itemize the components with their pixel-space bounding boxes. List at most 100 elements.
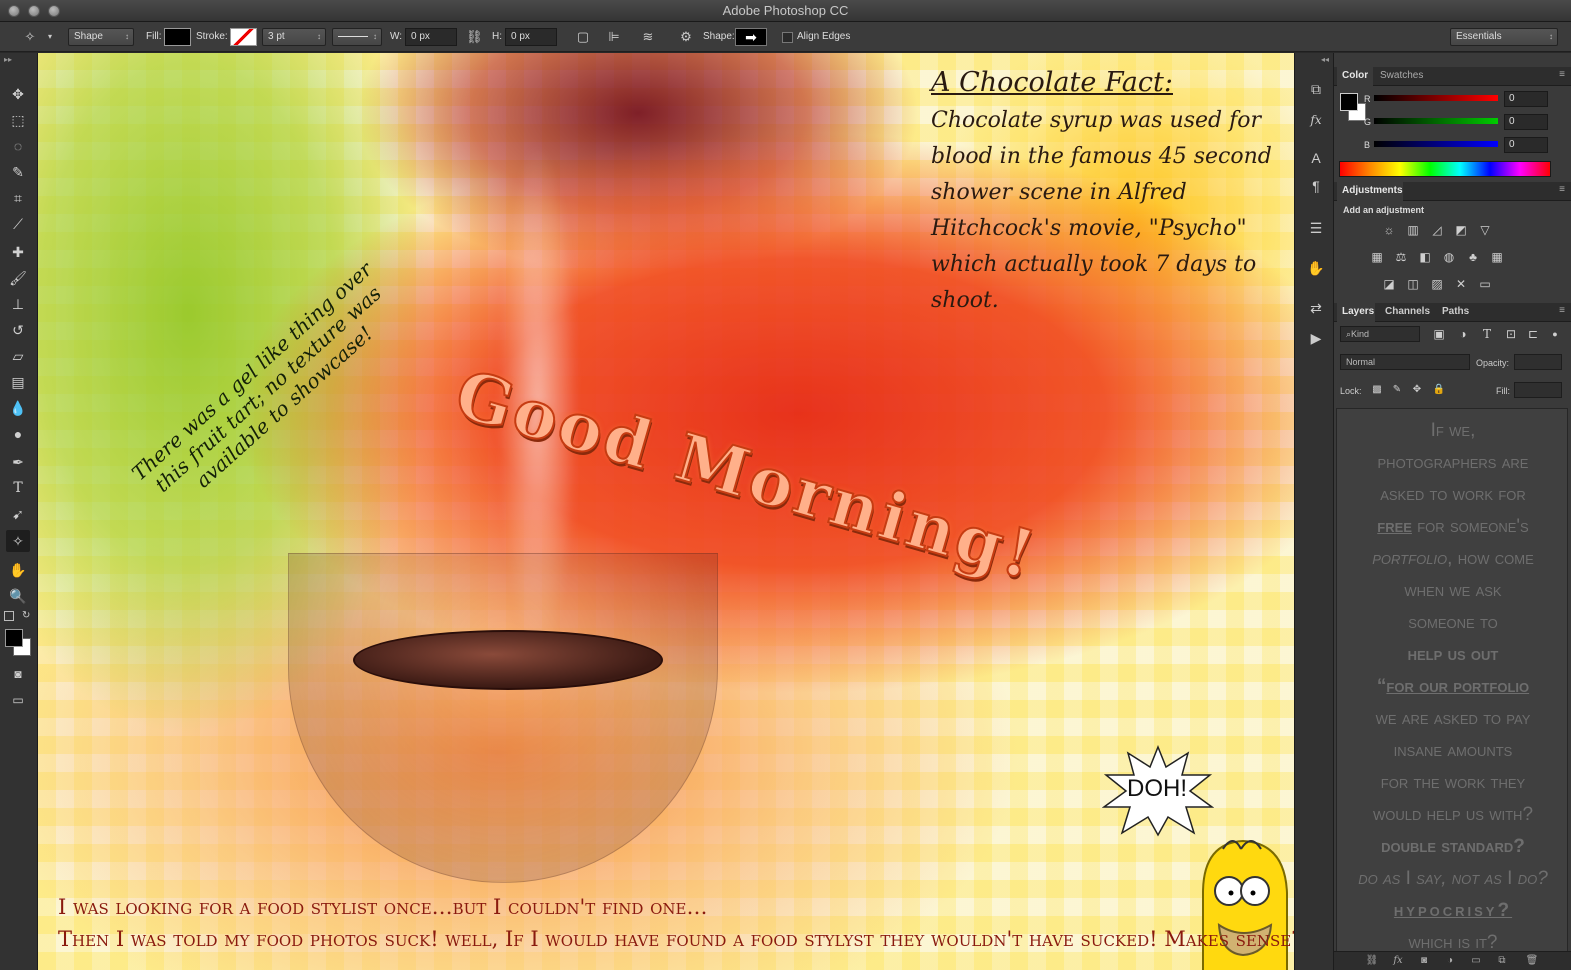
history-panel-icon[interactable]: ⧉ xyxy=(1305,78,1327,100)
quick-mask-icon[interactable]: ◙ xyxy=(6,663,30,685)
tab-color[interactable]: Color xyxy=(1342,70,1368,81)
blue-slider[interactable] xyxy=(1374,141,1498,147)
tab-paths[interactable]: Paths xyxy=(1442,306,1469,317)
default-colors-icon[interactable] xyxy=(4,611,14,621)
link-icon[interactable]: ⛓ xyxy=(466,28,483,46)
green-slider[interactable] xyxy=(1374,118,1498,124)
invert-icon[interactable]: ◪ xyxy=(1380,275,1398,293)
hand-tool-icon[interactable]: ✋ xyxy=(6,559,30,581)
exposure-adjustment-icon[interactable]: ◩ xyxy=(1452,221,1470,239)
swap-colors-icon[interactable]: ↻ xyxy=(22,610,30,621)
color-lookup-icon[interactable]: ▦ xyxy=(1488,248,1506,266)
levels-adjustment-icon[interactable]: ▥ xyxy=(1404,221,1422,239)
path-selection-tool-icon[interactable]: ➹ xyxy=(6,503,30,525)
marquee-tool-icon[interactable]: ⬚ xyxy=(6,109,30,131)
brush-presets-icon[interactable]: ✋ xyxy=(1305,257,1327,279)
fill-swatch[interactable] xyxy=(164,28,191,46)
new-layer-icon[interactable]: ⧉ xyxy=(1494,954,1510,968)
hue-saturation-icon[interactable]: ▦ xyxy=(1368,248,1386,266)
foreground-color-swatch[interactable] xyxy=(5,629,23,647)
lock-position-icon[interactable]: ✥ xyxy=(1408,381,1426,399)
layer-style-fx-icon[interactable]: fx xyxy=(1390,954,1406,968)
photo-filter-icon[interactable]: ◍ xyxy=(1440,248,1458,266)
properties-panel-icon[interactable]: ☰ xyxy=(1305,217,1327,239)
gradient-map-icon[interactable]: ▭ xyxy=(1476,275,1494,293)
color-panel-foreground-swatch[interactable] xyxy=(1340,93,1358,111)
play-action-icon[interactable]: ▶ xyxy=(1305,327,1327,349)
filter-type-icon[interactable]: T xyxy=(1478,325,1496,343)
move-tool-icon[interactable]: ✥ xyxy=(6,83,30,105)
threshold-icon[interactable]: ▨ xyxy=(1428,275,1446,293)
type-tool-icon[interactable]: T xyxy=(6,477,30,499)
blur-tool-icon[interactable]: 💧 xyxy=(6,397,30,419)
styles-panel-icon[interactable]: fx xyxy=(1305,109,1327,131)
new-adjustment-layer-icon[interactable]: ◑ xyxy=(1442,954,1458,968)
new-group-icon[interactable]: ▭ xyxy=(1468,954,1484,968)
tab-swatches[interactable]: Swatches xyxy=(1380,70,1423,81)
width-input[interactable]: 0 px xyxy=(405,28,457,46)
add-mask-icon[interactable]: ◙ xyxy=(1416,954,1432,968)
opacity-input[interactable] xyxy=(1514,354,1562,370)
crop-tool-icon[interactable]: ⌗ xyxy=(6,187,30,209)
dodge-tool-icon[interactable]: ● xyxy=(6,423,30,445)
arrow-shape-picker-icon[interactable]: ➡ xyxy=(735,28,767,46)
pen-tool-icon[interactable]: ✒ xyxy=(6,451,30,473)
character-panel-icon[interactable]: A xyxy=(1305,147,1327,169)
posterize-icon[interactable]: ◫ xyxy=(1404,275,1422,293)
toolbox-collapse-icon[interactable]: ▸▸ xyxy=(4,55,12,64)
lock-all-icon[interactable]: 🔒 xyxy=(1430,381,1448,399)
path-operations-icon[interactable]: ▢ xyxy=(575,28,591,46)
lock-transparent-icon[interactable]: ▩ xyxy=(1368,381,1386,399)
filter-shape-icon[interactable]: ⊡ xyxy=(1502,325,1520,343)
path-alignment-icon[interactable]: ⊫ xyxy=(606,28,622,46)
color-balance-icon[interactable]: ⚖ xyxy=(1392,248,1410,266)
path-arrangement-icon[interactable]: ≋ xyxy=(640,28,656,46)
quick-selection-tool-icon[interactable]: ✎ xyxy=(6,161,30,183)
height-input[interactable]: 0 px xyxy=(505,28,557,46)
delete-layer-icon[interactable]: 🗑 xyxy=(1524,954,1540,968)
tool-preset-dropdown-icon[interactable]: ▾ xyxy=(42,28,58,46)
lasso-tool-icon[interactable]: ◌ xyxy=(6,135,30,157)
gradient-tool-icon[interactable]: ▤ xyxy=(6,371,30,393)
vibrance-adjustment-icon[interactable]: ▽ xyxy=(1476,221,1494,239)
history-brush-tool-icon[interactable]: ↺ xyxy=(6,319,30,341)
brightness-adjustment-icon[interactable]: ☼ xyxy=(1380,221,1398,239)
brush-tool-icon[interactable]: 🖌 xyxy=(6,267,30,289)
workspace-select[interactable]: Essentials xyxy=(1450,28,1558,46)
link-layers-icon[interactable]: ⛓ xyxy=(1364,954,1380,968)
stroke-type-select[interactable] xyxy=(332,28,382,46)
layers-list[interactable]: If we, photographers are asked to work f… xyxy=(1336,408,1568,953)
tab-adjustments[interactable]: Adjustments xyxy=(1342,185,1403,196)
document-canvas[interactable]: A Chocolate Fact: Chocolate syrup was us… xyxy=(38,53,1294,970)
tab-channels[interactable]: Channels xyxy=(1385,306,1430,317)
align-edges-checkbox[interactable] xyxy=(782,32,793,43)
curves-adjustment-icon[interactable]: ◿ xyxy=(1428,221,1446,239)
lock-image-icon[interactable]: ✎ xyxy=(1388,381,1406,399)
blend-mode-select[interactable]: Normal xyxy=(1340,354,1470,370)
panel-collapse-icon[interactable]: ◂◂ xyxy=(1321,55,1329,64)
healing-brush-tool-icon[interactable]: ✚ xyxy=(6,241,30,263)
blue-value-input[interactable]: 0 xyxy=(1504,137,1548,153)
filter-pixel-icon[interactable]: ▣ xyxy=(1430,325,1448,343)
filter-smart-object-icon[interactable]: ⊏ xyxy=(1524,325,1542,343)
green-value-input[interactable]: 0 xyxy=(1504,114,1548,130)
layer-fill-input[interactable] xyxy=(1514,382,1562,398)
red-slider[interactable] xyxy=(1374,95,1498,101)
custom-shape-tool-icon[interactable]: ✧ xyxy=(22,28,38,46)
paragraph-panel-icon[interactable]: ¶ xyxy=(1305,175,1327,197)
actions-panel-icon[interactable]: ⇄ xyxy=(1305,297,1327,319)
tool-mode-select[interactable]: Shape xyxy=(68,28,134,46)
color-spectrum-bar[interactable] xyxy=(1339,161,1551,177)
color-panel-menu-icon[interactable]: ≡ xyxy=(1559,69,1565,80)
screen-mode-icon[interactable]: ▭ xyxy=(6,689,30,711)
clone-stamp-tool-icon[interactable]: ⊥ xyxy=(6,293,30,315)
custom-shape-tool-active-icon[interactable]: ✧ xyxy=(6,530,30,552)
layer-filter-kind-select[interactable]: ⌕Kind xyxy=(1340,326,1420,342)
filter-toggle-icon[interactable]: ● xyxy=(1546,325,1564,343)
black-white-icon[interactable]: ◧ xyxy=(1416,248,1434,266)
zoom-tool-icon[interactable]: 🔍 xyxy=(6,585,30,607)
filter-adjustment-icon[interactable]: ◑ xyxy=(1454,325,1472,343)
gear-icon[interactable]: ⚙ xyxy=(678,28,694,46)
red-value-input[interactable]: 0 xyxy=(1504,91,1548,107)
selective-color-icon[interactable]: ✕ xyxy=(1452,275,1470,293)
